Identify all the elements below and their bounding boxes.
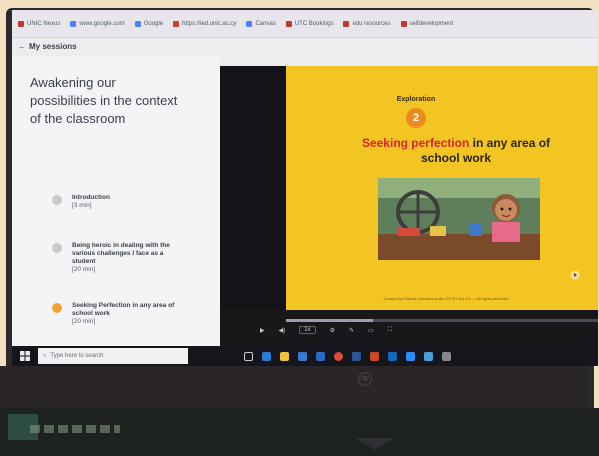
bookmark-label: Google [143,20,164,27]
fullscreen-icon[interactable]: ⛶ [388,327,392,334]
bookmark-favicon-icon [400,20,407,27]
app-icon[interactable] [442,351,451,361]
arrow-left-icon: ← [18,42,26,51]
bookmark-item[interactable]: UNIC Nexus [18,20,61,27]
bookmark-item[interactable]: Google [134,20,164,27]
taskbar-app-icons [244,351,451,361]
slide-title-highlight: Seeking perfection [361,136,470,150]
search-placeholder: Type here to search [50,353,104,359]
bookmark-item[interactable]: UTC Bookings [285,20,334,27]
back-label: My sessions [29,42,77,51]
bookmark-favicon-icon [70,20,77,27]
photos-icon[interactable] [424,351,433,361]
bookmark-label: Canvas [255,20,276,27]
video-letterbox [220,66,286,344]
store-icon[interactable] [298,351,307,361]
zoom-icon[interactable] [406,351,415,361]
playback-speed-button[interactable]: 1x [299,326,316,334]
start-button[interactable] [12,346,38,366]
bookmark-favicon-icon [343,20,350,27]
video-progress-bar[interactable] [286,319,598,322]
bookmark-item[interactable]: https://ied.unic.ac.cy [173,20,237,27]
course-title: Awakening our possibilities in the conte… [30,75,178,126]
task-view-icon[interactable] [244,351,253,361]
module-item-seeking-perfection[interactable]: Seeking Perfection in any area of school… [52,302,176,326]
bookmark-label: selfdevelopment [409,20,454,27]
video-slide[interactable]: Exploration 2 Seeking perfection in any … [286,66,598,310]
pencil-icon[interactable]: ✎ [349,327,354,334]
course-sidebar: Awakening our possibilities in the conte… [12,56,220,346]
windows-logo-icon [20,351,30,361]
module-duration: [3 min] [72,202,92,209]
edge-browser-icon[interactable] [262,351,271,361]
bookmark-label: www.google.com [79,20,125,27]
bookmark-item[interactable]: edu resources [343,20,391,27]
bookmark-favicon-icon [18,20,24,27]
volume-icon[interactable]: ◀) [279,327,286,334]
slide-title: Seeking perfection in any area of school… [356,136,556,166]
module-title: Introduction [72,194,110,201]
module-item-introduction[interactable]: Introduction [3 min] [52,194,110,210]
bookmark-label: https://ied.unic.ac.cy [182,20,237,27]
next-arrow-icon[interactable] [570,270,580,280]
module-status-icon [52,243,62,253]
video-controls: ▶ ◀) 1x ⚙ ✎ ▭ ⛶ [220,310,598,346]
bookmark-item[interactable]: www.google.com [70,20,125,27]
laptop-screen: UNIC Nexus www.google.com Google https://ie… [12,10,598,366]
bitmoji-illustration [378,178,540,260]
module-duration: [20 min] [72,318,96,325]
slide-number-badge: 2 [406,108,426,128]
bookmark-item[interactable]: Canvas [246,20,276,27]
module-title: Seeking Perfection in any area of school… [72,302,175,317]
bookmark-favicon-icon [246,20,253,27]
search-icon: ⌕ [43,352,47,359]
module-duration: [20 min] [72,266,96,273]
keyboard-keys [30,425,120,433]
word-icon[interactable] [352,351,361,361]
captions-icon[interactable]: ▭ [368,327,374,334]
back-to-sessions-link[interactable]: ← My sessions [18,42,77,51]
bookmark-label: edu resources [352,20,391,27]
settings-gear-icon[interactable]: ⚙ [330,327,335,334]
control-buttons: ▶ ◀) 1x ⚙ ✎ ▭ ⛶ [260,326,392,334]
bookmarks-bar: UNIC Nexus www.google.com Google https://ie… [12,10,598,38]
video-progress-fill [286,319,374,322]
mail-icon[interactable] [316,351,325,361]
bookmark-item[interactable]: selfdevelopment [400,20,454,27]
chrome-icon[interactable] [334,351,343,361]
play-icon[interactable]: ▶ [260,327,265,334]
windows-taskbar: ⌕ Type here to search [12,346,598,366]
office-icon[interactable] [370,351,379,361]
hp-logo-icon: hp [358,372,372,386]
outlook-icon[interactable] [388,351,397,361]
bookmark-label: UNIC Nexus [27,20,61,27]
module-status-icon [52,195,62,205]
module-item-being-heroic[interactable]: Being heroic in dealing with the various… [52,242,184,274]
laptop-notch [355,438,395,450]
bookmark-label: UTC Bookings [294,20,334,27]
bookmark-favicon-icon [173,20,180,27]
file-explorer-icon[interactable] [280,351,289,361]
module-title: Being heroic in dealing with the various… [72,242,170,265]
bookmark-favicon-icon [285,20,292,27]
module-active-icon [52,303,62,313]
bookmark-favicon-icon [134,20,141,27]
slide-label: Exploration [396,96,436,103]
slide-caption: Created by Bitmoji, licensed under CC BY… [383,296,509,301]
taskbar-search-input[interactable]: ⌕ Type here to search [38,348,188,364]
